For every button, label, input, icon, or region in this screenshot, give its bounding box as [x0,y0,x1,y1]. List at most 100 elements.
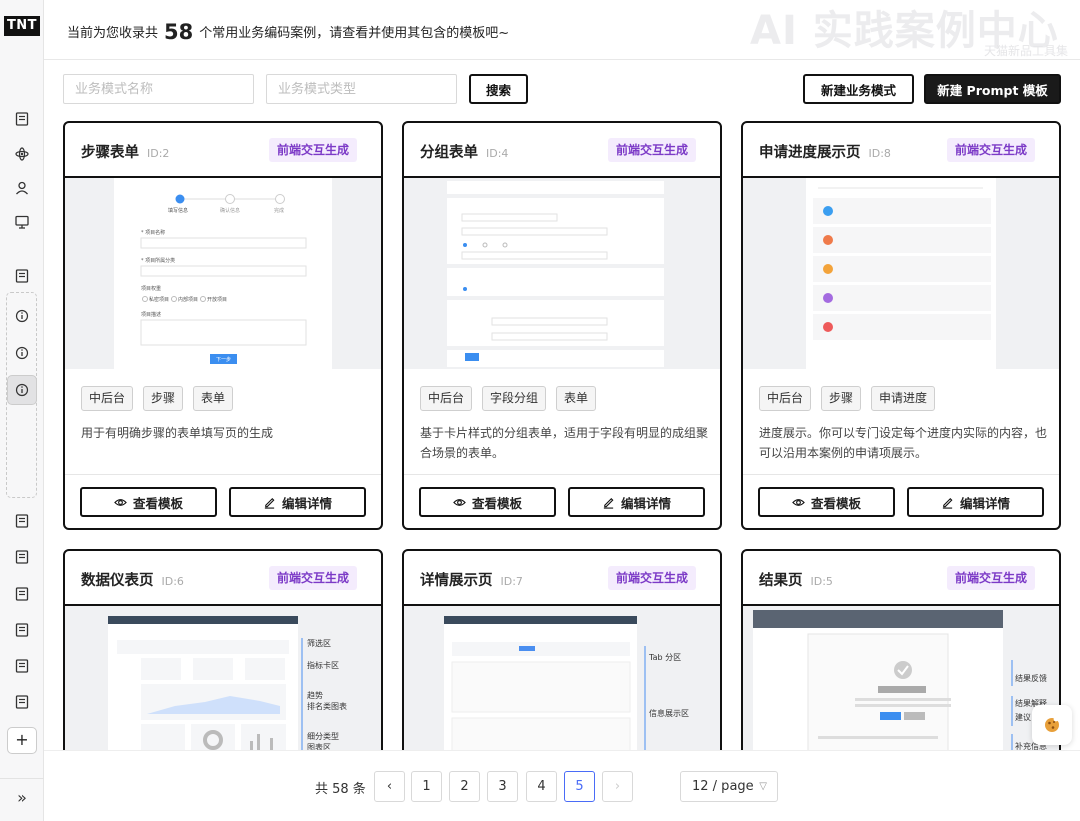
preview-text: 开放项目 [207,297,228,303]
preview-text: 填写信息 [168,208,189,214]
tag: 中后台 [81,386,134,411]
tag-list: 中后台 步骤 申请进度 [759,386,936,411]
cookie-icon[interactable] [1032,705,1072,745]
case-card[interactable]: 申请进度展示页 ID:8 前端交互生成 中后台 步骤 申请进度 进度展示。你可以… [741,121,1061,530]
watermark-subtitle: 天猫新品工具集 [984,44,1069,58]
tag-list: 中后台 字段分组 表单 [420,386,597,411]
card-header: 申请进度展示页 ID:8 前端交互生成 [743,123,1059,178]
template-preview [743,178,1059,369]
search-button[interactable]: 搜索 [469,74,528,104]
next-page-icon[interactable]: › [602,771,633,802]
annotation-label: 指标卡区 [307,661,339,670]
book-icon[interactable] [12,620,32,640]
tag: 步骤 [821,386,862,411]
preview-text: 私密项目 [149,297,170,303]
card-title: 步骤表单 ID:2 [81,145,170,161]
preview-text: 项目权重 [141,286,162,292]
eye-icon [453,498,466,506]
book-icon[interactable] [12,547,32,567]
book-icon[interactable] [12,266,32,286]
card-header: 详情展示页 ID:7 前端交互生成 [404,551,720,606]
eye-icon [114,498,127,506]
main-content: 搜索 新建业务模式 新建 Prompt 模板 步骤表单ID:2 前端交互生成 [44,60,1080,821]
pagination-total: 共 58 条 [315,782,366,797]
card-description: 用于有明确步骤的表单填写页的生成 [81,426,274,440]
summary-suffix: 个常用业务编码案例，请查看并使用其包含的模板吧~ [199,26,510,41]
edit-details-button[interactable]: 编辑详情 [907,487,1044,517]
tag: 表单 [556,386,597,411]
card-footer: 查看模板 编辑详情 [743,474,1059,528]
atom-icon[interactable] [12,144,32,164]
preview-text: * 项目所属分类 [141,258,176,264]
sidebar: TNT + » [0,0,44,821]
annotation-label: 建议 [1015,713,1031,722]
card-header: 结果页 ID:5 前端交互生成 [743,551,1059,606]
edit-icon [942,497,953,509]
page-3[interactable]: 3 [487,771,518,802]
tag: 步骤 [143,386,184,411]
info-icon[interactable] [12,343,32,363]
new-mode-button[interactable]: 新建业务模式 [803,74,914,104]
card-header: 步骤表单 ID:2 前端交互生成 [65,123,381,178]
view-template-button[interactable]: 查看模板 [758,487,895,517]
card-id: ID:5 [810,575,833,588]
user-icon[interactable] [12,178,32,198]
card-id: ID:8 [868,147,891,160]
page-size-select[interactable]: 12 / page ▽ [680,771,778,802]
monitor-icon[interactable] [12,212,32,232]
card-title: 分组表单 ID:4 [420,145,509,161]
annotation-label: 信息展示区 [649,709,689,718]
edit-details-button[interactable]: 编辑详情 [568,487,705,517]
summary-text: 当前为您收录共 58 个常用业务编码案例，请查看并使用其包含的模板吧~ [67,20,509,44]
card-footer: 查看模板 编辑详情 [65,474,381,528]
preview-text: 完成 [274,208,285,214]
annotation-label: 排名类图表 [307,702,347,711]
app-logo[interactable]: TNT [4,16,40,36]
book-icon[interactable] [12,109,32,129]
case-card[interactable]: 步骤表单 ID:2 前端交互生成 填写信息 确认信息 完成 * 项目名称 * 项… [63,121,383,530]
annotation-label: 结果反馈 [1015,674,1047,683]
mode-name-input[interactable] [63,74,254,104]
info-icon[interactable] [12,306,32,326]
book-icon[interactable] [12,584,32,604]
book-icon[interactable] [12,692,32,712]
page-1[interactable]: 1 [411,771,442,802]
view-template-button[interactable]: 查看模板 [419,487,556,517]
info-icon[interactable] [12,380,32,400]
preview-screen: 填写信息 确认信息 完成 * 项目名称 * 项目所属分类 项目权重 私密项目 内… [114,178,332,369]
case-count: 58 [164,20,194,44]
mode-type-input[interactable] [266,74,457,104]
edit-icon [603,497,614,509]
card-id: ID:2 [147,147,170,160]
card-badge: 前端交互生成 [946,566,1035,590]
preview-text: 内部项目 [178,297,199,303]
new-prompt-button[interactable]: 新建 Prompt 模板 [924,74,1061,104]
tag: 申请进度 [871,386,936,411]
expand-sidebar-icon[interactable]: » [12,789,32,807]
annotation-label: 细分类型 [307,732,339,741]
edit-details-button[interactable]: 编辑详情 [229,487,366,517]
card-id: ID:7 [500,575,523,588]
chevron-down-icon: ▽ [759,781,767,792]
page-2[interactable]: 2 [449,771,480,802]
view-template-button[interactable]: 查看模板 [80,487,217,517]
book-icon[interactable] [12,511,32,531]
prev-page-icon[interactable]: ‹ [374,771,405,802]
preview-text: 确认信息 [220,208,241,214]
tag: 中后台 [420,386,473,411]
card-badge: 前端交互生成 [268,138,357,162]
add-icon[interactable]: + [7,727,37,754]
eye-icon [792,498,805,506]
case-card[interactable]: 分组表单 ID:4 前端交互生成 中后台 字段分组 表单 基于卡片样式的分组表单… [402,121,722,530]
preview-text: * 项目名称 [141,230,166,236]
book-icon[interactable] [12,656,32,676]
card-header: 数据仪表页 ID:6 前端交互生成 [65,551,381,606]
page-5[interactable]: 5 [564,771,595,802]
page-4[interactable]: 4 [526,771,557,802]
tag: 中后台 [759,386,812,411]
preview-text: 下一步 [216,357,232,363]
card-description: 基于卡片样式的分组表单，适用于字段有明显的成组聚合场景的表单。 [420,426,709,460]
annotation-label: 趋势 [307,691,323,700]
card-badge: 前端交互生成 [607,566,696,590]
card-id: ID:6 [161,575,184,588]
